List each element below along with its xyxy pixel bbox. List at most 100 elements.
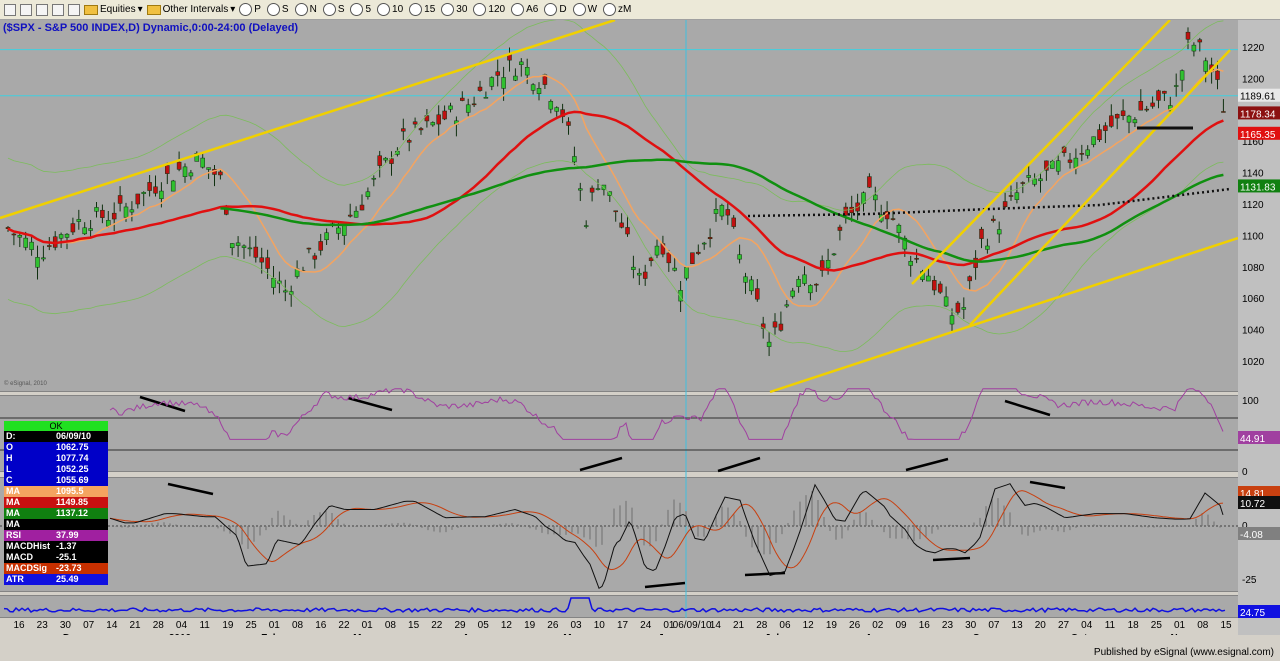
date-tick-label: 11 [1105, 620, 1116, 631]
other-intervals-menu[interactable]: Other Intervals ▾ [146, 3, 235, 17]
candle-body [937, 283, 943, 293]
date-tick-label: 14 [710, 620, 722, 631]
interval-button[interactable]: zM [603, 3, 631, 17]
interval-button-label: 10 [392, 4, 404, 15]
candle-body [94, 207, 99, 212]
candle-body [566, 121, 571, 126]
draw-icon[interactable] [52, 3, 64, 16]
data-window-key: H [6, 453, 13, 463]
date-tick-label: 01 [269, 620, 281, 631]
date-tick-label: 23 [942, 620, 954, 631]
interval-button[interactable]: 30 [441, 3, 467, 17]
month-label: Nov [1171, 633, 1190, 635]
candle-body [943, 296, 949, 307]
interval-button[interactable]: P [239, 3, 261, 17]
candle-body [283, 290, 288, 293]
interval-button[interactable]: S [266, 3, 289, 17]
candle-body [336, 227, 341, 234]
lower-band-line [7, 160, 1224, 352]
divergence-marker [905, 457, 949, 472]
candle-body [147, 182, 152, 191]
candle-body [1026, 175, 1031, 178]
chart-title: ($SPX - S&P 500 INDEX,D) Dynamic,0:00-24… [3, 22, 299, 34]
candle-body [371, 177, 377, 180]
candle-body [961, 307, 967, 310]
candle-body [318, 241, 323, 251]
candle-body [1185, 31, 1191, 40]
last-close-marker: 1189.61 [1240, 92, 1276, 103]
interval-button[interactable]: N [294, 3, 317, 17]
candle-body [1191, 44, 1197, 52]
candle-body [914, 258, 919, 260]
cursor-icon[interactable] [4, 3, 16, 16]
candle-body [796, 279, 801, 287]
interval-button[interactable]: S [322, 3, 344, 17]
data-window-status: OK [4, 421, 108, 431]
data-window-row: MA [4, 519, 108, 530]
candle-body [831, 253, 837, 256]
date-tick-label: 22 [431, 620, 443, 631]
zoom-icon[interactable] [36, 3, 48, 16]
date-tick-label: 21 [733, 620, 745, 631]
link-icon[interactable] [68, 3, 80, 16]
candle-body [342, 224, 347, 236]
circle-icon [544, 3, 558, 16]
ma-green-marker: 1131.83 [1240, 182, 1276, 193]
circle-icon [294, 3, 308, 16]
equities-menu[interactable]: Equities ▾ [84, 3, 143, 17]
candle-body [436, 114, 441, 125]
candle-body [324, 232, 329, 241]
candle-body [684, 267, 689, 279]
interval-button[interactable]: 15 [409, 3, 435, 17]
candle-body [996, 229, 1002, 235]
chart-area[interactable]: 16 23 30 07 14 21 28 04 11 19 25 01 08 16 22 01 08 15 22 29… [0, 18, 1239, 644]
crosshair-icon[interactable] [20, 3, 32, 16]
candle-body [991, 218, 996, 221]
chart-canvas[interactable]: 16 23 30 07 14 21 28 04 11 19 25 01 08 16 22 01 08 15 22 29… [0, 18, 1239, 644]
interval-button[interactable]: W [572, 3, 597, 17]
candle-body [412, 121, 418, 125]
candle-body [701, 242, 707, 245]
month-label: Jun [658, 633, 676, 635]
month-label: Sep [973, 633, 991, 635]
interval-button[interactable]: 120 [473, 3, 505, 17]
candle-body [772, 321, 778, 328]
candle-body [460, 97, 465, 101]
data-window-value: 1149.85 [56, 497, 89, 507]
candle-body [554, 107, 559, 112]
candle-body [200, 157, 205, 168]
candle-body [347, 214, 353, 217]
candle-body [123, 206, 129, 218]
interval-button-label: S [281, 4, 289, 15]
rsi-line [109, 387, 1224, 440]
date-tick-label: 27 [1058, 620, 1070, 631]
candle-body [825, 259, 831, 269]
candle-body [253, 246, 259, 258]
data-window-value: 1137.12 [56, 508, 89, 518]
data-window-value: 06/09/10 [56, 431, 92, 441]
candle-body [631, 266, 636, 270]
circle-icon [266, 3, 280, 16]
interval-button[interactable]: A6 [511, 3, 538, 17]
date-tick-label: 06/09/10 [673, 620, 712, 631]
candle-body [1014, 192, 1020, 200]
candle-body [613, 210, 618, 213]
candle-body [755, 288, 760, 300]
interval-button[interactable]: 10 [377, 3, 403, 17]
interval-button[interactable]: 5 [350, 3, 371, 17]
data-window-row: O 1062.75 [4, 442, 108, 453]
month-label: 2010 [169, 633, 192, 635]
candle-body [82, 227, 87, 235]
price-axis-canvas: 1220120011801160114011201100108010601040… [1238, 43, 1280, 619]
candle-body [837, 226, 843, 231]
data-window-key: RSI [6, 530, 22, 540]
data-window-key: MA [6, 508, 20, 518]
interval-button[interactable]: D [544, 3, 567, 17]
date-tick-label: 23 [37, 620, 49, 631]
divergence-marker [1004, 399, 1051, 417]
data-window-key: O [6, 442, 14, 452]
candle-body [64, 233, 70, 238]
candle-body [713, 209, 719, 214]
date-tick-label: 11 [199, 620, 210, 631]
candle-body [802, 274, 807, 284]
